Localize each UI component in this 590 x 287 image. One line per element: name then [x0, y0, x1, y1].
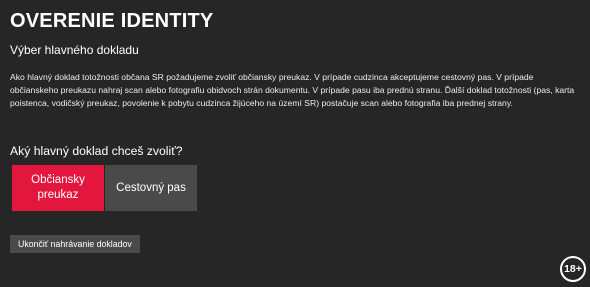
document-question: Aký hlavný doklad chceš zvoliť? — [10, 144, 183, 158]
option-label: Občiansky preukaz — [31, 174, 85, 201]
option-obciansky-preukaz-button[interactable]: Občiansky preukaz — [12, 165, 104, 211]
page-title: OVERENIE IDENTITY — [10, 10, 214, 32]
end-upload-button[interactable]: Ukončiť nahrávanie dokladov — [10, 235, 140, 253]
age-restriction-badge: 18+ — [560, 256, 586, 282]
description-text: Ako hlavný doklad totožnosti občana SR p… — [10, 72, 575, 108]
option-cestovny-pas-button[interactable]: Cestovný pas — [105, 165, 197, 211]
option-label: Cestovný pas — [116, 181, 186, 194]
page-subtitle: Výber hlavného dokladu — [10, 43, 139, 57]
